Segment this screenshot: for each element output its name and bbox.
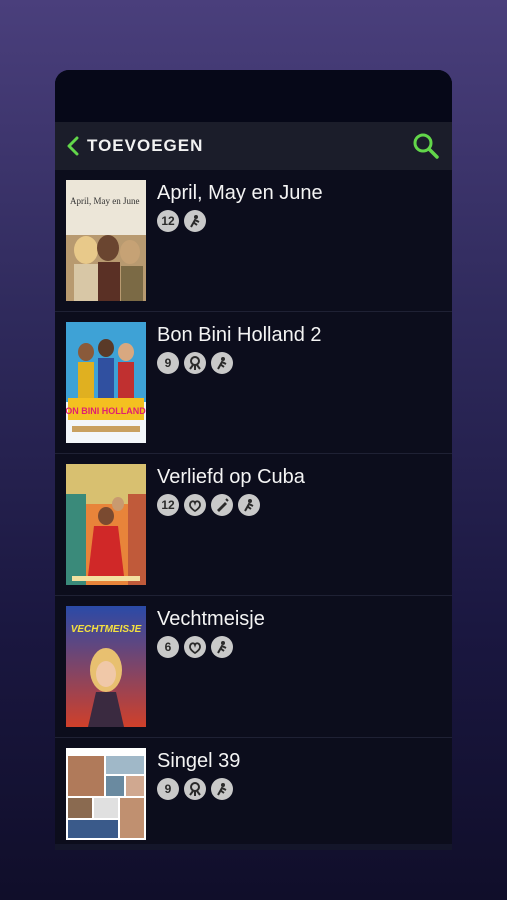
discrimination-icon xyxy=(184,352,206,374)
page-title: TOEVOEGEN xyxy=(87,136,204,155)
movie-title: Bon Bini Holland 2 xyxy=(157,324,322,346)
sex-icon xyxy=(184,636,206,658)
movie-info: Vechtmeisje 6 xyxy=(157,606,265,737)
movie-poster xyxy=(66,464,146,585)
fear-icon xyxy=(211,636,233,658)
movie-info: Verliefd op Cuba 12 xyxy=(157,464,305,595)
rating-icons: 9 xyxy=(157,352,322,374)
rating-icons: 6 xyxy=(157,636,265,658)
drugs-icon xyxy=(211,494,233,516)
rating-icons: 9 xyxy=(157,778,240,800)
movie-title: Singel 39 xyxy=(157,750,241,772)
fear-icon xyxy=(211,352,233,374)
back-button[interactable] xyxy=(61,122,85,170)
list-item[interactable]: Singel 39 9 xyxy=(55,738,452,845)
movie-info: Singel 39 9 xyxy=(157,748,240,845)
sex-icon xyxy=(184,494,206,516)
movie-info: Bon Bini Holland 2 9 xyxy=(157,322,322,453)
list-item[interactable]: BON BINI HOLLAND 2 Bon Bini Holland 2 9 xyxy=(55,312,452,454)
movie-title: Verliefd op Cuba xyxy=(157,466,305,488)
rating-icons: 12 xyxy=(157,494,305,516)
age-9-icon: 9 xyxy=(157,352,179,374)
chevron-left-icon xyxy=(67,136,79,156)
movie-title: April, May en June xyxy=(157,182,323,204)
rating-icons: 12 xyxy=(157,210,323,232)
poster-title: VECHTMEISJE xyxy=(71,624,142,635)
poster-title: April, May en June xyxy=(70,196,140,206)
phone-frame: TOEVOEGEN April, May en June April, May … xyxy=(55,70,452,850)
movie-title: Vechtmeisje xyxy=(157,608,265,630)
list-item[interactable]: April, May en June April, May en June 12 xyxy=(55,170,452,312)
fear-icon xyxy=(184,210,206,232)
age-12-icon: 12 xyxy=(157,210,179,232)
discrimination-icon xyxy=(184,778,206,800)
movie-list: April, May en June April, May en June 12 xyxy=(55,170,452,845)
movie-poster: BON BINI HOLLAND 2 xyxy=(66,322,146,443)
movie-poster xyxy=(66,748,146,850)
fear-icon xyxy=(238,494,260,516)
bottom-bar xyxy=(55,844,452,850)
age-9-icon: 9 xyxy=(157,778,179,800)
movie-poster: April, May en June xyxy=(66,180,146,301)
search-icon[interactable] xyxy=(412,132,440,160)
list-item[interactable]: VECHTMEISJE Vechtmeisje 6 xyxy=(55,596,452,738)
top-bar: TOEVOEGEN xyxy=(55,122,452,170)
status-bar xyxy=(55,70,452,122)
age-6-icon: 6 xyxy=(157,636,179,658)
movie-poster: VECHTMEISJE xyxy=(66,606,146,727)
age-12-icon: 12 xyxy=(157,494,179,516)
list-item[interactable]: Verliefd op Cuba 12 xyxy=(55,454,452,596)
fear-icon xyxy=(211,778,233,800)
poster-title: BON BINI HOLLAND 2 xyxy=(66,406,146,416)
movie-info: April, May en June 12 xyxy=(157,180,323,311)
